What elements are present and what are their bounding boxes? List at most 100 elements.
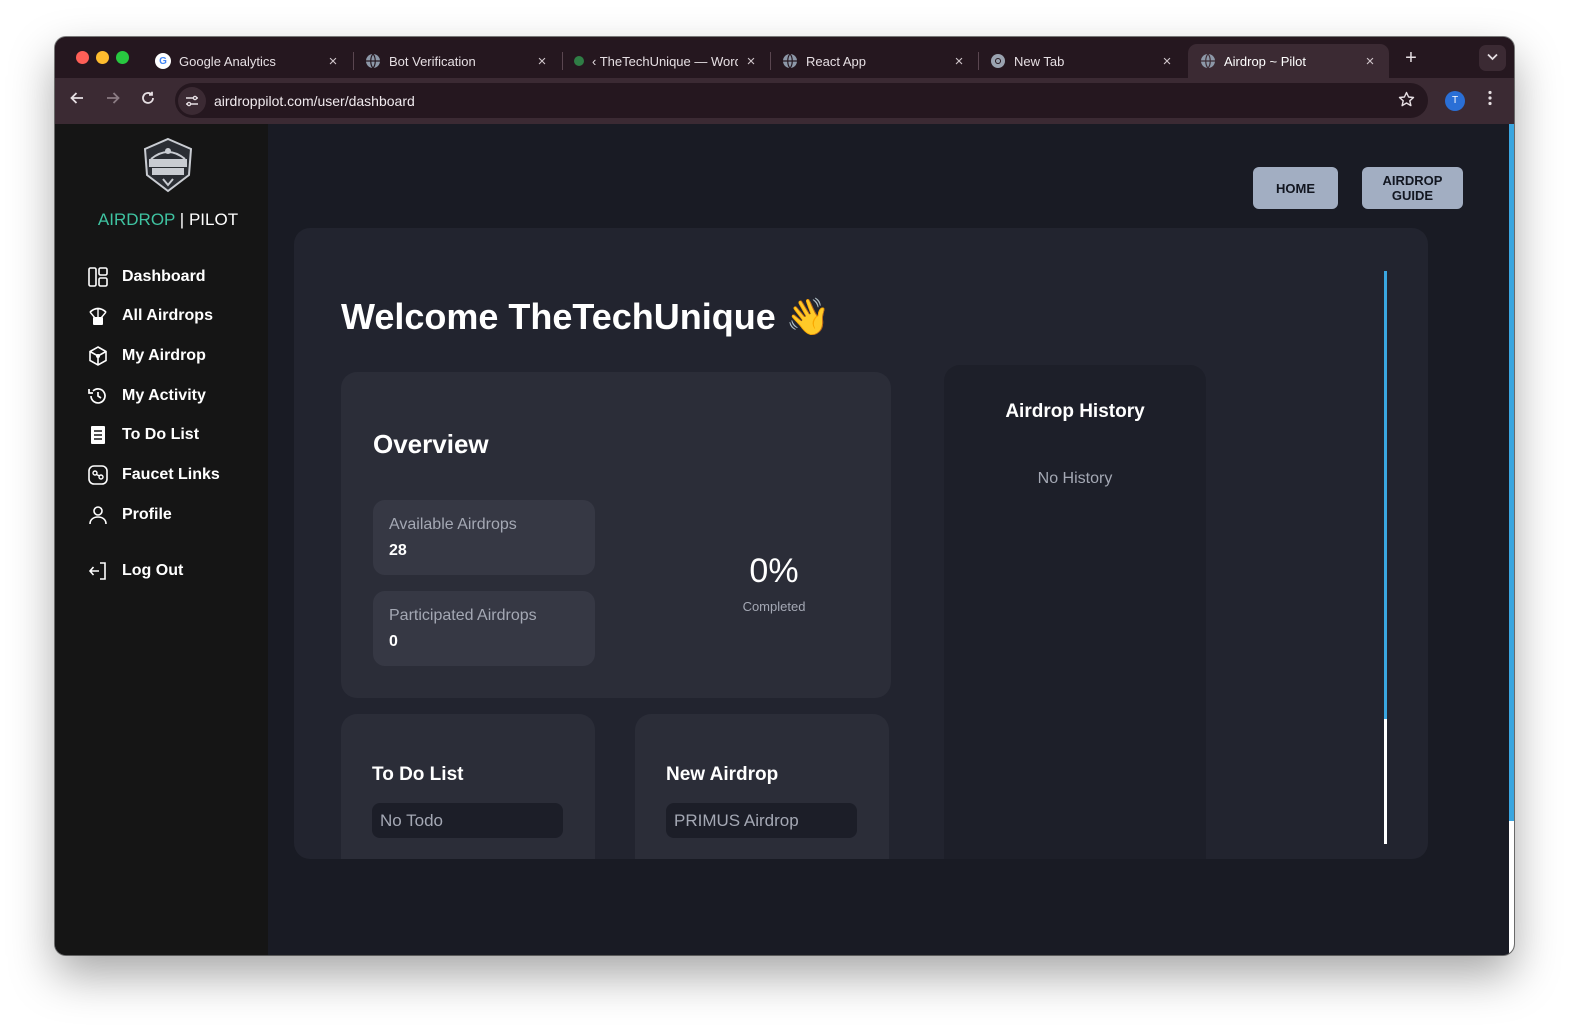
close-window-button[interactable]: [76, 51, 89, 64]
brand-name: AIRDROP | PILOT: [55, 210, 281, 230]
sidebar-item-all-airdrops[interactable]: All Airdrops: [87, 304, 213, 328]
history-icon: [88, 388, 106, 404]
maximize-window-button[interactable]: [116, 51, 129, 64]
tab-title: Airdrop ~ Pilot: [1224, 53, 1307, 69]
airdrop-pilot-logo[interactable]: [139, 137, 197, 193]
guide-label-line2: GUIDE: [1391, 188, 1434, 203]
new-airdrop-item[interactable]: PRIMUS Airdrop: [666, 803, 857, 838]
browser-menu-button[interactable]: [1482, 90, 1498, 112]
close-icon[interactable]: ×: [1160, 53, 1174, 70]
home-button[interactable]: HOME: [1253, 167, 1338, 209]
bookmark-star-icon[interactable]: [1398, 91, 1415, 112]
completion-percent: 0%: [749, 552, 799, 590]
sidebar-item-log-out[interactable]: Log Out: [87, 559, 183, 583]
reload-icon: [142, 91, 154, 104]
tab-title: New Tab: [1014, 53, 1065, 69]
new-airdrop-card: New Airdrop PRIMUS Airdrop: [635, 714, 889, 859]
history-title: Airdrop History: [1005, 401, 1145, 422]
arrow-right-icon: [107, 92, 120, 104]
parachute-box-icon: [89, 307, 107, 325]
home-button-label: HOME: [1276, 180, 1315, 196]
list-icon: [91, 426, 105, 444]
brand-separator: |: [175, 210, 189, 229]
stat-label: Available Airdrops: [389, 516, 517, 533]
user-icon: [89, 506, 107, 525]
completion-label: Completed: [742, 599, 806, 614]
tab-search-button[interactable]: [1479, 45, 1506, 71]
card-scrollbar-thumb[interactable]: [1384, 271, 1387, 719]
sidebar-item-label: To Do List: [122, 426, 200, 443]
history-empty-text: No History: [1037, 470, 1113, 487]
sidebar-item-dashboard[interactable]: Dashboard: [87, 265, 206, 289]
url-text[interactable]: airdroppilot.com/user/dashboard: [214, 93, 415, 109]
overview-title: Overview: [373, 429, 489, 459]
tab-bot-verification[interactable]: Bot Verification ×: [353, 44, 561, 78]
tab-thetechunique-wordpress[interactable]: ‹ TheTechUnique — Word ×: [562, 44, 770, 78]
new-tab-button[interactable]: +: [1399, 47, 1423, 69]
reload-button[interactable]: [137, 90, 159, 112]
dashboard-icon: [88, 267, 108, 287]
overview-card: Overview Available Airdrops 28 Participa…: [341, 372, 891, 698]
tab-title: Google Analytics: [179, 53, 276, 69]
sidebar-item-faucet-links[interactable]: Faucet Links: [87, 463, 220, 487]
sidebar-item-label: Faucet Links: [122, 466, 220, 483]
tab-title: ‹ TheTechUnique — Word: [592, 53, 738, 69]
chevron-down-icon: [1487, 53, 1498, 61]
forward-button[interactable]: [102, 90, 124, 112]
tab-airdrop-pilot[interactable]: Airdrop ~ Pilot ×: [1188, 44, 1389, 78]
sidebar-item-label: My Activity: [122, 387, 206, 404]
google-icon: G: [155, 53, 171, 69]
sidebar-item-my-airdrop[interactable]: My Airdrop: [87, 344, 206, 368]
stat-label: Participated Airdrops: [389, 607, 537, 624]
sidebar: AIRDROP | PILOT Dashboard All Airdrops M…: [55, 124, 268, 955]
more-vertical-icon: [1488, 90, 1492, 106]
logout-icon: [88, 562, 106, 580]
address-bar[interactable]: airdroppilot.com/user/dashboard: [175, 83, 1428, 118]
todo-card: To Do List No Todo: [341, 714, 595, 859]
sidebar-item-label: All Airdrops: [122, 307, 213, 324]
available-airdrops-stat: Available Airdrops 28: [373, 500, 595, 575]
arrow-left-icon: [70, 92, 83, 104]
globe-icon: [1200, 53, 1216, 69]
browser-window: G Google Analytics × Bot Verification × …: [55, 37, 1514, 955]
minimize-window-button[interactable]: [96, 51, 109, 64]
airdrop-history-card: Airdrop History No History: [944, 365, 1206, 859]
participated-airdrops-stat: Participated Airdrops 0: [373, 591, 595, 666]
profile-avatar[interactable]: T: [1445, 91, 1465, 111]
sidebar-item-label: Log Out: [122, 562, 184, 579]
sidebar-item-profile[interactable]: Profile: [87, 503, 172, 527]
todo-title: To Do List: [372, 764, 464, 785]
sidebar-item-label: Profile: [122, 506, 172, 523]
tab-google-analytics[interactable]: G Google Analytics ×: [143, 44, 352, 78]
brand-accent: AIRDROP: [97, 210, 176, 229]
sidebar-item-label: My Airdrop: [122, 347, 206, 364]
tab-title: React App: [806, 53, 866, 69]
brand-rest: PILOT: [188, 210, 239, 229]
tab-react-app[interactable]: React App ×: [770, 44, 978, 78]
browser-toolbar: airdroppilot.com/user/dashboard T: [55, 78, 1514, 124]
page-viewport: AIRDROP | PILOT Dashboard All Airdrops M…: [55, 124, 1514, 955]
close-icon[interactable]: ×: [535, 53, 549, 70]
sidebar-item-label: Dashboard: [122, 268, 206, 285]
stat-value: 28: [389, 542, 407, 559]
site-settings-icon[interactable]: [178, 86, 206, 115]
close-icon[interactable]: ×: [1363, 53, 1377, 70]
chrome-icon: [990, 53, 1006, 69]
back-button[interactable]: [66, 90, 88, 112]
package-icon: [89, 346, 107, 366]
todo-item: No Todo: [372, 803, 563, 838]
airdrop-guide-button[interactable]: AIRDROP GUIDE: [1362, 167, 1463, 209]
close-icon[interactable]: ×: [952, 53, 966, 70]
close-icon[interactable]: ×: [744, 53, 758, 70]
sidebar-item-my-activity[interactable]: My Activity: [87, 384, 206, 408]
welcome-heading: Welcome TheTechUnique 👋: [341, 296, 831, 337]
close-icon[interactable]: ×: [326, 53, 340, 70]
page-scrollbar-thumb[interactable]: [1509, 124, 1514, 821]
new-airdrop-title: New Airdrop: [666, 764, 779, 785]
stat-value: 0: [389, 633, 398, 650]
site-icon: [574, 56, 584, 66]
globe-icon: [782, 53, 798, 69]
sidebar-item-to-do-list[interactable]: To Do List: [87, 423, 199, 447]
tab-new-tab[interactable]: New Tab ×: [978, 44, 1186, 78]
tab-bar: G Google Analytics × Bot Verification × …: [55, 37, 1514, 78]
